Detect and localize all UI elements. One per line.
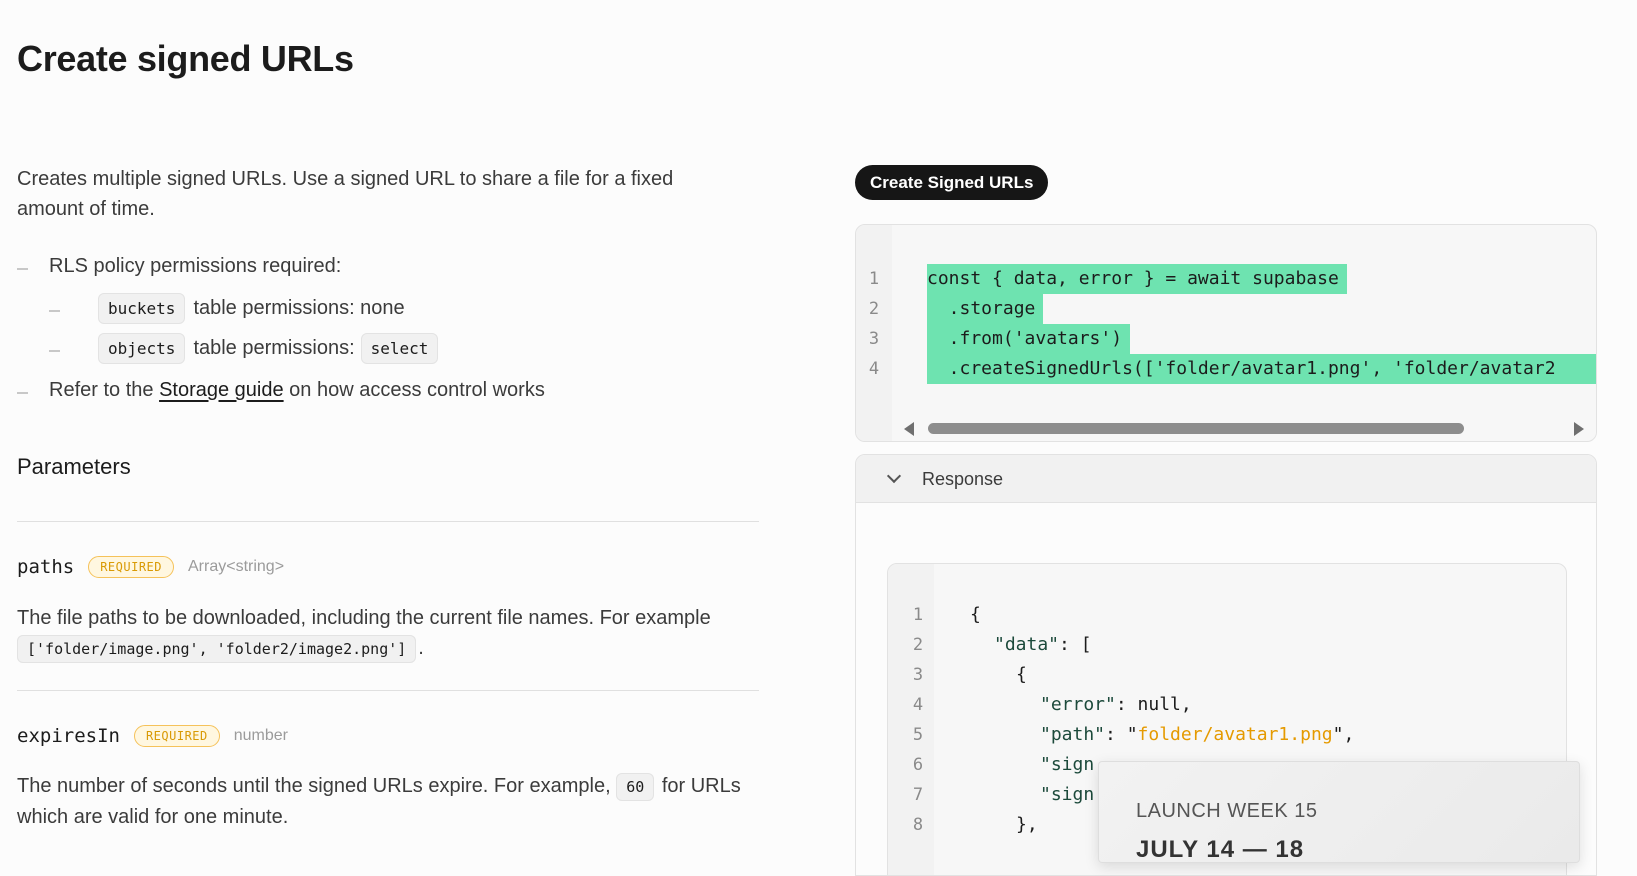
response-label: Response xyxy=(922,469,1004,489)
dash-icon xyxy=(17,268,28,270)
storage-guide-link[interactable]: Storage guide xyxy=(159,379,284,402)
json-key: "sign xyxy=(1040,754,1095,775)
param-header-expiresin: expiresIn REQUIRED number xyxy=(17,725,288,747)
scrollbar-thumb[interactable] xyxy=(928,423,1464,434)
code-line: }, xyxy=(1016,814,1038,835)
dash-icon xyxy=(17,392,28,394)
list-item: Refer to the Storage guide on how access… xyxy=(17,374,747,406)
banner-title: LAUNCH WEEK 15 xyxy=(1136,800,1318,822)
objects-text: table permissions: xyxy=(193,336,355,359)
param-desc-text: The number of seconds until the signed U… xyxy=(17,775,611,797)
code-line: { xyxy=(970,604,981,625)
intro-text: Creates multiple signed URLs. Use a sign… xyxy=(17,168,674,220)
permissions-list: RLS policy permissions required: buckets… xyxy=(17,250,747,406)
code-line: { xyxy=(1016,664,1027,685)
line-number: 2 xyxy=(912,635,924,655)
code-line: .storage xyxy=(927,294,1044,324)
list-item: RLS policy permissions required: xyxy=(17,250,747,282)
code-line: .from('avatars') xyxy=(927,324,1131,354)
param-type: Array<string> xyxy=(188,558,285,575)
divider xyxy=(17,521,759,522)
json-key: "sign xyxy=(1040,784,1095,805)
list-item: buckets table permissions: none xyxy=(17,288,747,328)
code-line: "path": "folder/avatar1.png", xyxy=(1040,720,1354,750)
inline-code: buckets xyxy=(98,292,186,324)
code-line: "error": null, xyxy=(1040,690,1192,720)
code-line: "sign xyxy=(1040,780,1094,810)
line-number: 4 xyxy=(868,359,880,379)
param-description: The file paths to be downloaded, includi… xyxy=(17,603,762,664)
code-line: const { data, error } = await supabase xyxy=(927,264,1347,294)
response-toggle[interactable]: Response xyxy=(856,455,1596,503)
line-number: 1 xyxy=(868,269,880,289)
line-number: 5 xyxy=(912,725,924,745)
param-desc-text: The file paths to be downloaded, includi… xyxy=(17,607,711,629)
rls-text: RLS policy permissions required: xyxy=(49,254,342,277)
dash-icon xyxy=(49,350,60,352)
line-number: 3 xyxy=(868,329,880,349)
json-punct: : [ xyxy=(1059,634,1092,655)
inline-code: select xyxy=(360,332,439,364)
dash-icon xyxy=(49,310,60,312)
json-punct: : null, xyxy=(1115,694,1192,715)
parameters-heading: Parameters xyxy=(17,454,131,479)
launch-week-banner[interactable]: LAUNCH WEEK 15 JULY 14 — 18 xyxy=(1098,761,1580,863)
page-title: Create signed URLs xyxy=(17,38,354,79)
refer-pre: Refer to the xyxy=(49,378,160,401)
json-key: "path" xyxy=(1040,724,1106,745)
desc-suffix: . xyxy=(418,637,424,659)
list-item: objects table permissions: select xyxy=(17,328,747,368)
json-string: folder/avatar1.png xyxy=(1137,724,1333,745)
chevron-down-icon xyxy=(886,468,902,484)
code-line: .createSignedUrls(['folder/avatar1.png',… xyxy=(927,354,1596,384)
param-description: The number of seconds until the signed U… xyxy=(17,771,762,832)
horizontal-scrollbar[interactable] xyxy=(892,419,1596,437)
code-line: "sign xyxy=(1040,750,1094,780)
code-example-panel: 1 2 3 4 const { data, error } = await su… xyxy=(855,224,1597,442)
scroll-left-icon[interactable] xyxy=(904,422,914,436)
buckets-text: table permissions: none xyxy=(193,296,405,319)
line-number: 4 xyxy=(912,695,924,715)
scroll-right-icon[interactable] xyxy=(1574,422,1584,436)
line-number: 3 xyxy=(912,665,924,685)
line-number: 1 xyxy=(912,605,924,625)
line-number: 8 xyxy=(912,815,924,835)
inline-code: ['folder/image.png', 'folder2/image2.png… xyxy=(17,635,417,663)
create-signed-urls-tab[interactable]: Create Signed URLs xyxy=(855,165,1049,200)
line-number: 2 xyxy=(868,299,880,319)
divider xyxy=(17,690,759,691)
line-number: 7 xyxy=(912,785,924,805)
json-key: "data" xyxy=(994,634,1060,655)
inline-code: objects xyxy=(98,332,186,364)
refer-post: on how access control works xyxy=(283,378,545,401)
param-name: expiresIn xyxy=(17,725,120,747)
required-badge: REQUIRED xyxy=(88,556,174,578)
json-punct: ", xyxy=(1332,724,1355,745)
code-line: "data": [ xyxy=(994,630,1092,660)
line-number: 6 xyxy=(912,755,924,775)
inline-code: 60 xyxy=(616,773,655,801)
param-header-paths: paths REQUIRED Array<string> xyxy=(17,556,284,578)
json-key: "error" xyxy=(1040,694,1116,715)
param-name: paths xyxy=(17,556,75,578)
required-badge: REQUIRED xyxy=(133,725,220,747)
param-type: number xyxy=(233,727,288,744)
json-punct: : " xyxy=(1105,724,1138,745)
